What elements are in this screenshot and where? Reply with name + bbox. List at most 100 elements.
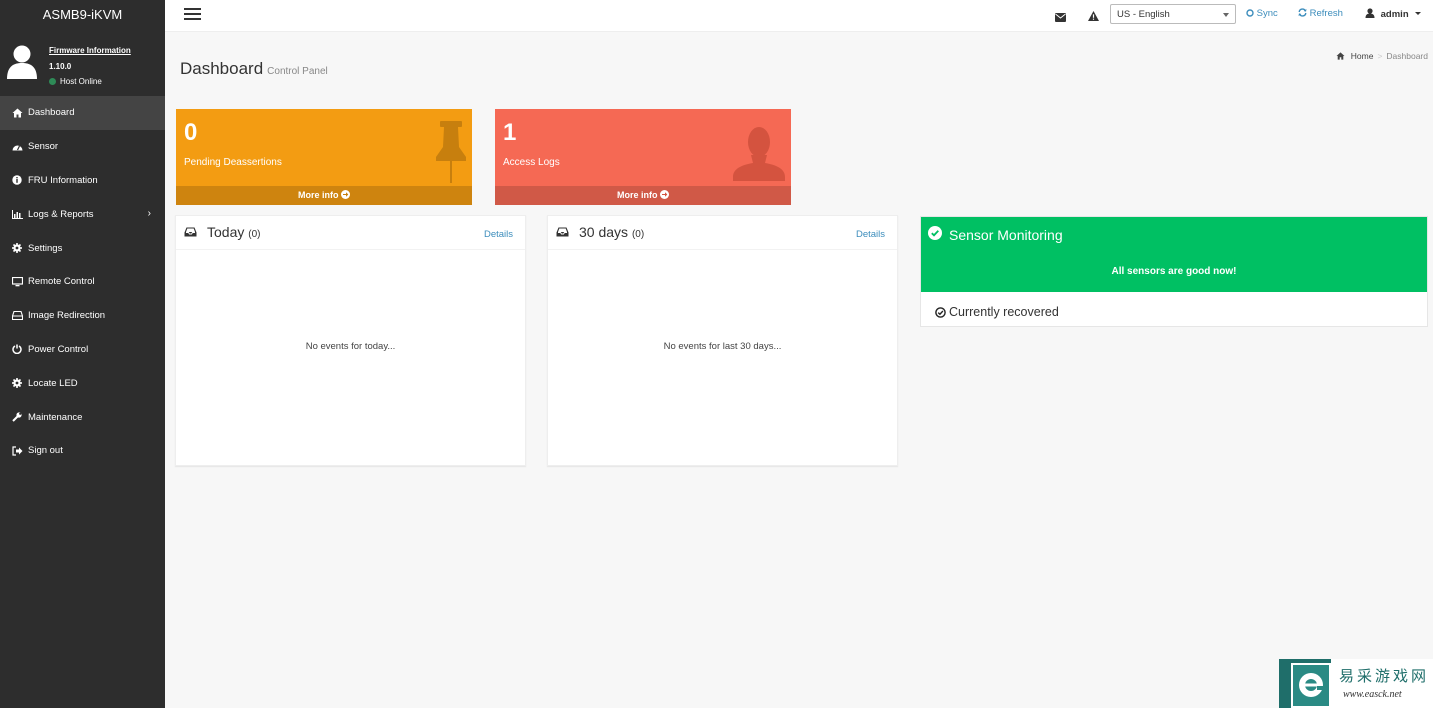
watermark-logo: 易采游戏网 www.easck.net [1279, 659, 1433, 708]
panel-header: Today (0) Details [176, 216, 525, 250]
language-select-value: US - English [1117, 9, 1170, 20]
pending-deassertions-more-info-link[interactable]: More info [176, 186, 472, 205]
empty-events-message: No events for today... [305, 341, 396, 352]
panel-title: 30 days (0) [579, 224, 644, 240]
sensor-monitoring-header: Sensor Monitoring All sensors are good n… [921, 217, 1427, 292]
sidebar-item-logs-reports[interactable]: Logs & Reports › [0, 197, 165, 231]
user-menu-button[interactable]: admin [1365, 8, 1422, 20]
event-count: (0) [248, 229, 261, 240]
today-details-link[interactable]: Details [484, 229, 513, 240]
access-logs-box: 1 Access Logs More info [495, 109, 791, 205]
status-dot-icon [49, 78, 56, 85]
access-logs-more-info-link[interactable]: More info [495, 186, 791, 205]
sidebar-item-label: FRU Information [28, 174, 98, 186]
sync-icon [1246, 9, 1254, 17]
pending-deassertions-box: 0 Pending Deassertions More info [176, 109, 472, 205]
event-count: (0) [631, 229, 645, 240]
sensor-status-message: All sensors are good now! [1111, 266, 1237, 277]
hamburger-line [184, 13, 201, 15]
sensor-monitoring-title: Sensor Monitoring [949, 227, 1063, 243]
host-status-text: Host Online [60, 77, 102, 86]
sidebar-item-maintenance[interactable]: Maintenance [0, 400, 165, 434]
home-icon [1336, 52, 1345, 60]
watermark-logo-inner [1291, 663, 1331, 708]
firmware-information-link[interactable]: Firmware Information [49, 43, 131, 59]
sidebar-item-label: Image Redirection [28, 310, 106, 322]
sidebar-item-label: Logs & Reports [28, 208, 94, 220]
sidebar-item-remote-control[interactable]: Remote Control [0, 265, 165, 299]
sidebar-item-label: Sign out [28, 445, 63, 457]
dashboard-gauge-icon [11, 142, 23, 152]
pushpin-icon [436, 121, 466, 183]
caret-down-icon [1415, 12, 1422, 15]
sidebar-item-fru-information[interactable]: FRU Information [0, 164, 165, 198]
page-title: Dashboard Control Panel [180, 59, 328, 79]
dropdown-caret-icon [1223, 13, 1229, 17]
breadcrumb-current: Dashboard [1386, 51, 1428, 61]
sidebar-item-label: Remote Control [28, 276, 95, 288]
envelope-icon[interactable] [1055, 9, 1066, 27]
gear-icon [11, 378, 23, 389]
inbox-icon [184, 227, 197, 237]
monitor-icon [11, 276, 23, 287]
sync-button[interactable]: Sync [1246, 8, 1278, 19]
sidebar-item-label: Locate LED [28, 377, 78, 389]
user-avatar-icon [7, 45, 37, 79]
sidebar-item-dashboard[interactable]: Dashboard [0, 96, 165, 130]
page-title-text: Dashboard [180, 59, 264, 78]
more-info-label: More info [616, 190, 658, 200]
brand-title: ASMB9-iKVM [42, 7, 123, 22]
sidebar: ASMB9-iKVM Firmware Information 1.10.0 H… [0, 0, 165, 708]
access-logs-count: 1 [503, 119, 517, 146]
warning-icon[interactable] [1088, 8, 1099, 26]
check-circle-icon [928, 226, 942, 240]
sidebar-item-label: Power Control [28, 343, 89, 355]
check-circle-outline-icon [935, 306, 946, 318]
hamburger-line [184, 8, 201, 10]
more-info-label: More info [297, 190, 339, 200]
refresh-button[interactable]: Refresh [1298, 8, 1343, 19]
sync-label: Sync [1256, 8, 1278, 19]
sidebar-item-sensor[interactable]: Sensor [0, 130, 165, 164]
sign-out-icon [11, 446, 23, 456]
sidebar-item-power-control[interactable]: Power Control [0, 333, 165, 367]
sidebar-menu: Dashboard Sensor FRU Information Logs & … [0, 96, 165, 468]
refresh-icon [1298, 8, 1307, 17]
sidebar-item-label: Dashboard [28, 107, 75, 119]
language-select[interactable]: US - English [1110, 4, 1236, 24]
sensor-recovery-status: Currently recovered [935, 305, 1059, 319]
user-label: admin [1380, 9, 1409, 20]
empty-events-message: No events for last 30 days... [663, 341, 782, 352]
sidebar-item-label: Sensor [28, 141, 59, 153]
recovery-status-text: Currently recovered [949, 305, 1059, 319]
panel-title-text: 30 days [579, 224, 629, 240]
page-subtitle: Control Panel [267, 66, 328, 77]
sidebar-item-sign-out[interactable]: Sign out [0, 434, 165, 468]
inbox-icon [556, 227, 569, 237]
home-icon [11, 108, 23, 118]
breadcrumb-home-link[interactable]: Home [1351, 51, 1374, 61]
sidebar-toggle-button[interactable] [184, 8, 201, 22]
thirty-days-details-link[interactable]: Details [856, 229, 885, 240]
access-logs-label: Access Logs [503, 157, 560, 168]
firmware-version: 1.10.0 [49, 61, 72, 71]
wrench-icon [11, 412, 23, 422]
refresh-label: Refresh [1309, 8, 1343, 19]
hamburger-line [184, 18, 201, 20]
breadcrumb-separator: > [1377, 51, 1383, 61]
thirty-days-events-panel: 30 days (0) Details No events for last 3… [547, 215, 898, 466]
hdd-icon [11, 311, 23, 321]
panel-header: 30 days (0) Details [548, 216, 897, 250]
watermark-url: www.easck.net [1343, 689, 1402, 700]
user-panel: Firmware Information 1.10.0 Host Online [0, 30, 165, 96]
sidebar-item-label: Maintenance [28, 411, 83, 423]
pending-deassertions-label: Pending Deassertions [184, 157, 282, 168]
pending-deassertions-count: 0 [184, 119, 198, 146]
arrow-circle-right-icon [660, 190, 669, 199]
chevron-right-icon: › [147, 208, 151, 220]
watermark-e-icon [1299, 673, 1325, 697]
sidebar-item-locate-led[interactable]: Locate LED [0, 366, 165, 400]
sidebar-item-image-redirection[interactable]: Image Redirection [0, 299, 165, 333]
sidebar-item-settings[interactable]: Settings [0, 231, 165, 265]
sidebar-item-label: Settings [28, 242, 63, 254]
